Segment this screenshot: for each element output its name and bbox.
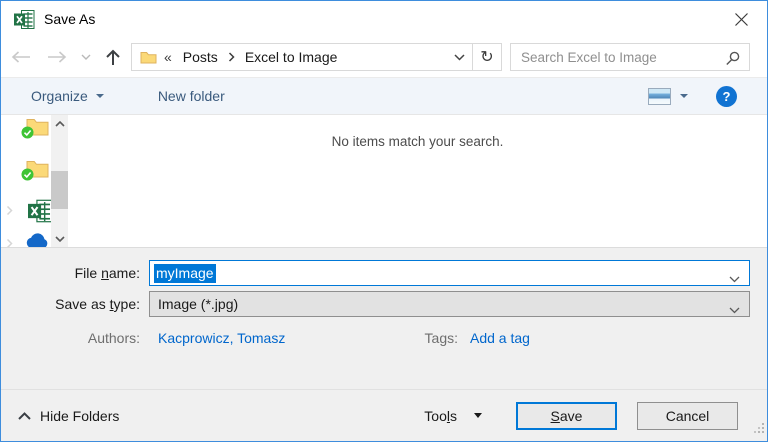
authors-value-link[interactable]: Kacprowicz, Tomasz bbox=[158, 330, 285, 346]
sidebar-scrollbar[interactable] bbox=[51, 115, 68, 247]
change-view-button[interactable] bbox=[648, 87, 688, 105]
caret-down-icon bbox=[680, 94, 688, 98]
expand-chevron-icon[interactable] bbox=[6, 203, 13, 221]
help-button[interactable]: ? bbox=[716, 85, 737, 107]
new-folder-label: New folder bbox=[157, 88, 225, 104]
recent-locations-button[interactable] bbox=[75, 42, 97, 72]
scroll-up-button[interactable] bbox=[51, 115, 68, 132]
back-button[interactable] bbox=[3, 42, 39, 72]
search-icon[interactable] bbox=[725, 51, 740, 71]
cancel-button[interactable]: Cancel bbox=[637, 401, 738, 430]
file-name-row: File name: myImage bbox=[1, 260, 750, 286]
up-one-level-button[interactable] bbox=[97, 42, 129, 72]
sync-check-icon bbox=[21, 126, 34, 144]
sidebar-item-onedrive[interactable] bbox=[24, 232, 51, 247]
up-arrow-icon bbox=[105, 49, 121, 66]
hide-folders-label: Hide Folders bbox=[40, 407, 120, 424]
breadcrumb-separator-icon bbox=[228, 52, 235, 62]
search-box bbox=[510, 43, 750, 71]
save-as-type-select[interactable]: Image (*.jpg) bbox=[149, 291, 750, 317]
file-list-area: No items match your search. bbox=[68, 115, 767, 247]
save-button-label: Save bbox=[550, 407, 583, 424]
breadcrumb-item-current[interactable]: Excel to Image bbox=[243, 49, 340, 65]
file-name-selected-text: myImage bbox=[154, 263, 216, 283]
dialog-title: Save As bbox=[44, 11, 96, 27]
sidebar-item-synced-folder[interactable] bbox=[21, 159, 49, 183]
address-bar[interactable]: « Posts Excel to Image bbox=[131, 43, 473, 71]
organize-menu-button[interactable]: Organize bbox=[31, 88, 104, 104]
close-button[interactable] bbox=[715, 1, 767, 37]
new-folder-button[interactable]: New folder bbox=[158, 88, 225, 104]
excel-app-icon bbox=[14, 9, 35, 29]
close-icon bbox=[734, 12, 749, 27]
scroll-down-button[interactable] bbox=[51, 230, 68, 247]
caret-down-icon bbox=[95, 94, 104, 98]
save-as-type-label: Save as type: bbox=[55, 296, 140, 312]
cancel-button-label: Cancel bbox=[665, 407, 710, 424]
authors-label: Authors: bbox=[87, 330, 140, 346]
search-input[interactable] bbox=[511, 44, 749, 70]
save-as-dialog: Save As « Posts Excel to Image ↻ Search … bbox=[0, 0, 768, 442]
help-icon: ? bbox=[722, 88, 731, 104]
metadata-row: Authors: Kacprowicz, Tomasz Tags: Add a … bbox=[1, 330, 767, 350]
folder-tree-sidebar bbox=[1, 115, 51, 247]
scrollbar-thumb[interactable] bbox=[51, 171, 68, 209]
breadcrumb-overflow-icon[interactable]: « bbox=[164, 49, 172, 65]
resize-grip[interactable] bbox=[754, 421, 765, 439]
hide-folders-button[interactable]: Hide Folders bbox=[18, 408, 119, 424]
sync-check-icon bbox=[21, 168, 34, 186]
chevron-down-icon[interactable] bbox=[729, 270, 740, 288]
file-name-label: File name: bbox=[74, 265, 140, 281]
empty-state-message: No items match your search. bbox=[331, 134, 504, 149]
forward-button[interactable] bbox=[39, 42, 75, 72]
title-bar: Save As bbox=[1, 1, 767, 37]
thumbnail-view-icon bbox=[648, 87, 671, 105]
save-button[interactable]: Save bbox=[516, 401, 617, 430]
navigation-bar: « Posts Excel to Image ↻ bbox=[1, 37, 767, 77]
caret-down-icon bbox=[474, 413, 482, 418]
dialog-footer: Hide Folders Tools Save Cancel bbox=[1, 389, 767, 441]
save-as-type-value: Image (*.jpg) bbox=[158, 296, 239, 312]
tags-label: Tags: bbox=[424, 330, 458, 346]
onedrive-cloud-icon bbox=[24, 233, 51, 247]
back-arrow-icon bbox=[11, 51, 31, 63]
chevron-down-icon bbox=[81, 54, 91, 60]
content-area: No items match your search. bbox=[1, 115, 767, 247]
breadcrumb-item-posts[interactable]: Posts bbox=[181, 49, 220, 65]
save-as-type-row: Save as type: Image (*.jpg) bbox=[1, 291, 750, 317]
expand-chevron-icon[interactable] bbox=[6, 236, 13, 247]
refresh-icon: ↻ bbox=[480, 49, 494, 66]
forward-arrow-icon bbox=[47, 51, 67, 63]
chevron-down-icon[interactable] bbox=[729, 301, 740, 317]
command-toolbar: Organize New folder ? bbox=[1, 77, 767, 115]
sidebar-item-excel-file[interactable] bbox=[28, 199, 51, 228]
save-options-panel: File name: myImage Save as type: Image (… bbox=[1, 247, 767, 389]
folder-icon bbox=[140, 50, 157, 64]
sidebar-item-synced-folder[interactable] bbox=[21, 117, 49, 141]
file-name-input[interactable]: myImage bbox=[149, 260, 750, 286]
tools-menu-button[interactable]: Tools bbox=[424, 408, 482, 424]
organize-label: Organize bbox=[31, 88, 88, 104]
chevron-up-icon bbox=[18, 411, 31, 420]
refresh-button[interactable]: ↻ bbox=[472, 43, 502, 71]
add-a-tag-link[interactable]: Add a tag bbox=[470, 330, 530, 346]
address-dropdown-button[interactable] bbox=[446, 44, 472, 70]
tools-label: Tools bbox=[424, 407, 457, 424]
